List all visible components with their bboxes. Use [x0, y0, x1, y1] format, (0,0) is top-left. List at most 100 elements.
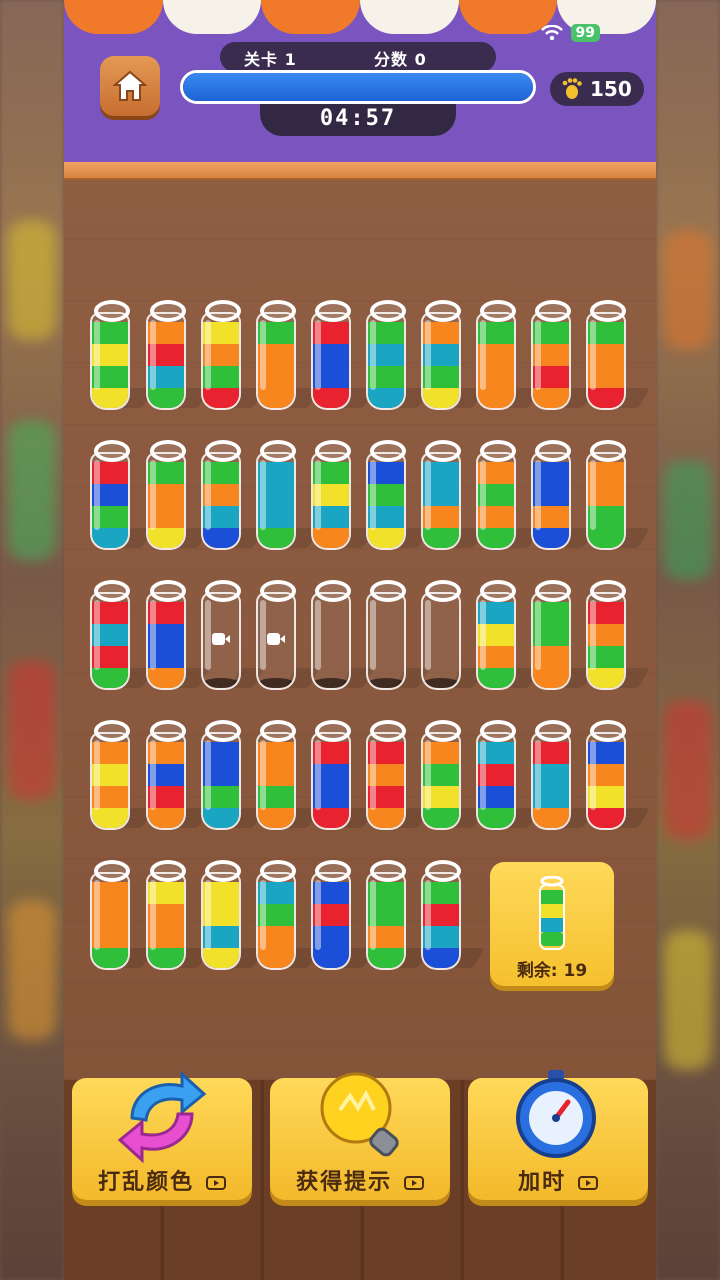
filled-tube[interactable] [88, 300, 154, 412]
tube-rim [205, 300, 241, 322]
liquid-layer-orange [148, 808, 184, 828]
glass-shine [260, 460, 266, 530]
filled-tube[interactable] [144, 580, 210, 692]
filled-tube[interactable] [364, 860, 430, 972]
filled-tube[interactable] [88, 580, 154, 692]
tube-rim [425, 440, 461, 462]
filled-tube[interactable] [144, 720, 210, 832]
liquid-layer-red [313, 388, 349, 408]
tube-rim [205, 860, 241, 882]
filled-tube[interactable] [254, 860, 320, 972]
liquid-layer-blue [313, 948, 349, 968]
video-ad-icon [267, 633, 285, 645]
empty-tube-bottom [423, 678, 459, 688]
glass-shine [590, 320, 596, 390]
video-ad-icon [403, 1176, 424, 1190]
filled-tube[interactable] [364, 440, 430, 552]
empty-tube[interactable] [364, 580, 430, 692]
tube-rim [205, 580, 241, 602]
filled-tube[interactable] [584, 580, 650, 692]
video-ad-icon [212, 633, 230, 645]
liquid-layer-green [423, 528, 459, 548]
liquid-layer-orange [533, 668, 569, 688]
glass-shine [150, 740, 156, 810]
filled-tube[interactable] [309, 440, 375, 552]
filled-tube[interactable] [309, 720, 375, 832]
filled-tube[interactable] [254, 720, 320, 832]
filled-tube[interactable] [474, 440, 540, 552]
filled-tube[interactable] [88, 860, 154, 972]
tube-rim [535, 440, 571, 462]
empty-tube[interactable] [254, 580, 320, 692]
tube-rim [480, 720, 516, 742]
tube-rim [425, 720, 461, 742]
shuffle-colors-button[interactable]: 打乱颜色 [72, 1070, 252, 1200]
tube-rim [150, 440, 186, 462]
tube-rim [94, 580, 130, 602]
glass-shine [590, 740, 596, 810]
filled-tube[interactable] [584, 300, 650, 412]
glass-shine [370, 740, 376, 810]
filled-tube[interactable] [364, 300, 430, 412]
liquid-layer-green [148, 388, 184, 408]
blurred-backdrop-left [0, 0, 64, 1280]
liquid-layer-orange [258, 388, 294, 408]
filled-tube[interactable] [419, 440, 485, 552]
tube-rim [425, 300, 461, 322]
tube-rim [94, 300, 130, 322]
get-hint-button[interactable]: 获得提示 [270, 1072, 450, 1200]
liquid-layer-yellow [423, 388, 459, 408]
filled-tube[interactable] [529, 580, 595, 692]
filled-tube[interactable] [309, 300, 375, 412]
filled-tube[interactable] [88, 440, 154, 552]
glass-shine [150, 600, 156, 670]
filled-tube[interactable] [419, 720, 485, 832]
empty-tube[interactable] [309, 580, 375, 692]
add-time-button[interactable]: 加时 [468, 1070, 648, 1200]
glass-shine [94, 600, 100, 670]
filled-tube[interactable] [529, 440, 595, 552]
filled-tube[interactable] [529, 720, 595, 832]
glass-shine [260, 880, 266, 950]
filled-tube[interactable] [199, 300, 265, 412]
filled-tube[interactable] [584, 440, 650, 552]
filled-tube[interactable] [144, 300, 210, 412]
filled-tube[interactable] [88, 720, 154, 832]
filled-tube[interactable] [309, 860, 375, 972]
empty-tube-bottom [368, 678, 404, 688]
filled-tube[interactable] [144, 860, 210, 972]
filled-tube[interactable] [529, 300, 595, 412]
liquid-layer-red [203, 388, 239, 408]
filled-tube[interactable] [199, 440, 265, 552]
tube-rim [315, 580, 351, 602]
filled-tube[interactable] [254, 300, 320, 412]
filled-tube[interactable] [474, 580, 540, 692]
liquid-layer-green [258, 528, 294, 548]
glass-shine [315, 600, 321, 670]
filled-tube[interactable] [199, 720, 265, 832]
liquid-layer-green [423, 808, 459, 828]
empty-tube[interactable] [199, 580, 265, 692]
glass-shine [205, 740, 211, 810]
empty-tube[interactable] [419, 580, 485, 692]
liquid-layer-orange [533, 808, 569, 828]
filled-tube[interactable] [199, 860, 265, 972]
filled-tube[interactable] [364, 720, 430, 832]
filled-tube[interactable] [419, 300, 485, 412]
video-ad-icon [205, 1176, 226, 1190]
glass-shine [535, 600, 541, 670]
remaining-tubes-card[interactable]: 剩余: 19 [490, 862, 614, 986]
liquid-layer-red [588, 388, 624, 408]
tube-rim [315, 300, 351, 322]
video-ad-icon [577, 1176, 598, 1190]
filled-tube[interactable] [254, 440, 320, 552]
liquid-layer-orange [148, 668, 184, 688]
filled-tube[interactable] [144, 440, 210, 552]
liquid-layer-green [478, 668, 514, 688]
filled-tube[interactable] [419, 860, 485, 972]
liquid-layer-red [313, 808, 349, 828]
filled-tube[interactable] [584, 720, 650, 832]
tube-rim [425, 580, 461, 602]
filled-tube[interactable] [474, 720, 540, 832]
filled-tube[interactable] [474, 300, 540, 412]
